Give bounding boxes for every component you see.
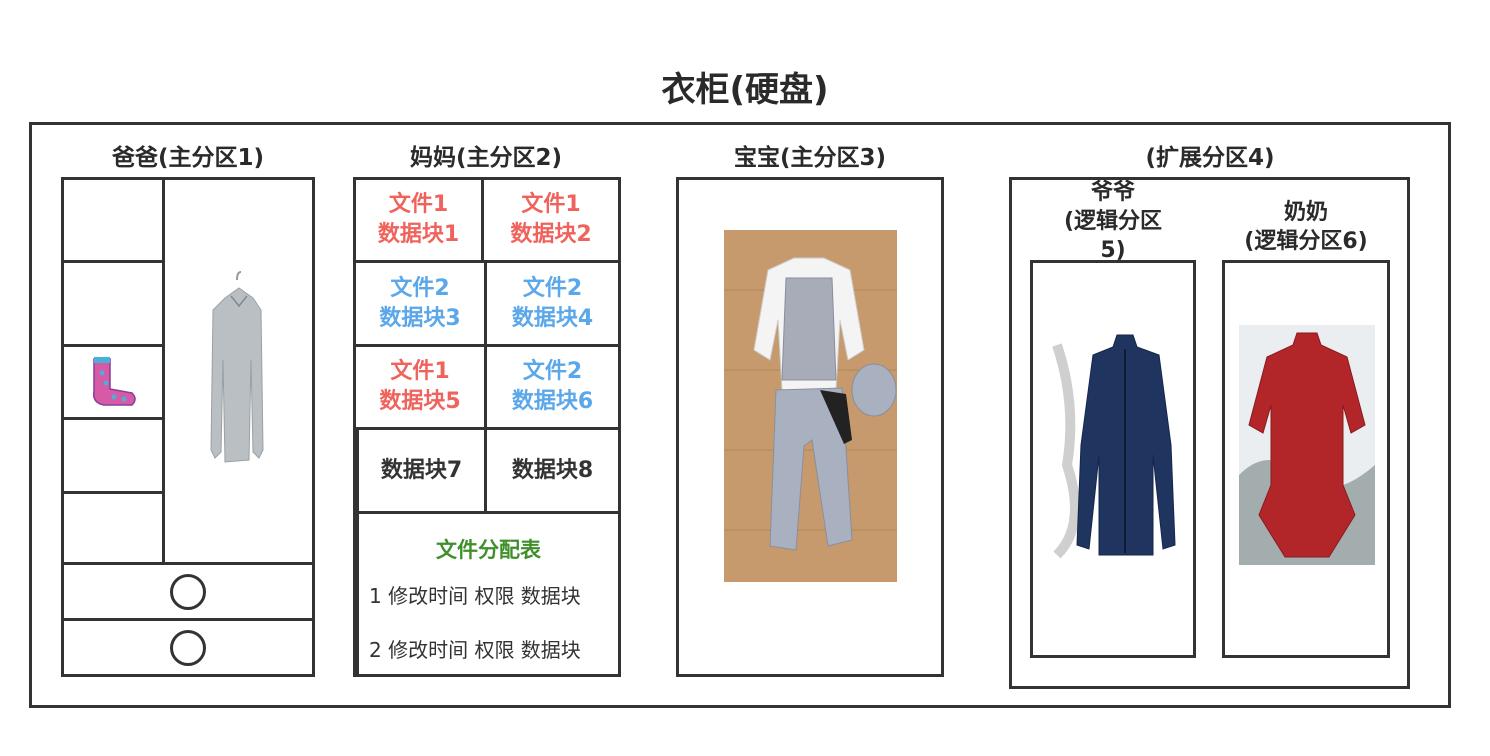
block-label: 数据块3 — [379, 305, 461, 331]
grandpa-sub: (逻辑分区 — [1063, 209, 1163, 234]
file-label: 文件2 — [390, 275, 450, 301]
data-block-cell: 文件2 数据块6 — [484, 344, 621, 430]
circle-icon — [170, 629, 206, 666]
file-label: 文件2 — [522, 359, 583, 384]
grandma-sub: (逻辑分区6) — [1244, 229, 1368, 254]
extended-partition-title: (扩展分区4) — [1145, 145, 1275, 171]
baby-outfit-icon — [724, 230, 897, 582]
dad-shelf-2 — [61, 260, 165, 347]
grandma-name: 奶奶 — [1283, 200, 1328, 225]
baby-partition-title: 宝宝(主分区3) — [733, 145, 887, 171]
block-label: 数据块1 — [377, 222, 460, 247]
file-label: 文件1 — [521, 192, 581, 217]
wardrobe-title: 衣柜(硬盘) — [661, 70, 829, 110]
block-label: 数据块4 — [511, 305, 594, 331]
dad-shelf-4 — [61, 417, 165, 494]
blue-jacket-icon — [1052, 334, 1176, 559]
dad-shelf-1 — [61, 177, 165, 263]
dad-hanging-section — [162, 177, 315, 565]
file-label: 文件1 — [388, 192, 449, 217]
data-block-cell: 文件2 数据块3 — [353, 260, 487, 347]
grandpa-title: 爷爷 (逻辑分区 5) — [1030, 178, 1196, 265]
grandpa-name: 爷爷 — [1090, 180, 1135, 205]
fat-row: 1 修改时间 权限 数据块 — [369, 584, 581, 608]
dad-shelf-5 — [61, 491, 165, 565]
data-block-cell: 文件2 数据块4 — [484, 260, 621, 347]
file-label: 文件1 — [390, 359, 450, 384]
block-label: 数据块8 — [511, 457, 594, 483]
data-block-cell: 文件1 数据块5 — [353, 344, 487, 430]
data-block-cell: 数据块7 — [356, 427, 487, 514]
baby-partition — [676, 177, 944, 677]
dad-shoe-rack-2 — [61, 618, 315, 677]
dad-shoe-rack-1 — [61, 562, 315, 621]
dad-partition-title: 爸爸(主分区1) — [111, 145, 265, 171]
fat-row: 2 修改时间 权限 数据块 — [369, 638, 581, 662]
data-block-cell: 数据块8 — [484, 427, 621, 514]
file-label: 文件2 — [522, 275, 583, 301]
block-label: 数据块6 — [511, 389, 594, 414]
mom-partition-title: 妈妈(主分区2) — [409, 145, 563, 171]
socks-icon — [92, 357, 136, 406]
block-label: 数据块2 — [510, 222, 592, 247]
grandpa-logical-partition — [1030, 260, 1196, 658]
file-allocation-table: 文件分配表 1 修改时间 权限 数据块 2 修改时间 权限 数据块 — [356, 511, 621, 677]
grandma-logical-partition — [1222, 260, 1390, 658]
block-label: 数据块7 — [380, 457, 463, 483]
grandma-title: 奶奶 (逻辑分区6) — [1222, 198, 1390, 256]
data-block-cell: 文件1 数据块2 — [481, 177, 621, 263]
dad-shelf-3 — [61, 344, 165, 420]
sweater-icon — [210, 271, 264, 463]
circle-icon — [170, 573, 206, 610]
block-label: 数据块5 — [379, 389, 461, 414]
data-block-cell: 文件1 数据块1 — [353, 177, 484, 263]
fat-title: 文件分配表 — [436, 538, 541, 562]
red-jacket-icon — [1239, 325, 1375, 565]
